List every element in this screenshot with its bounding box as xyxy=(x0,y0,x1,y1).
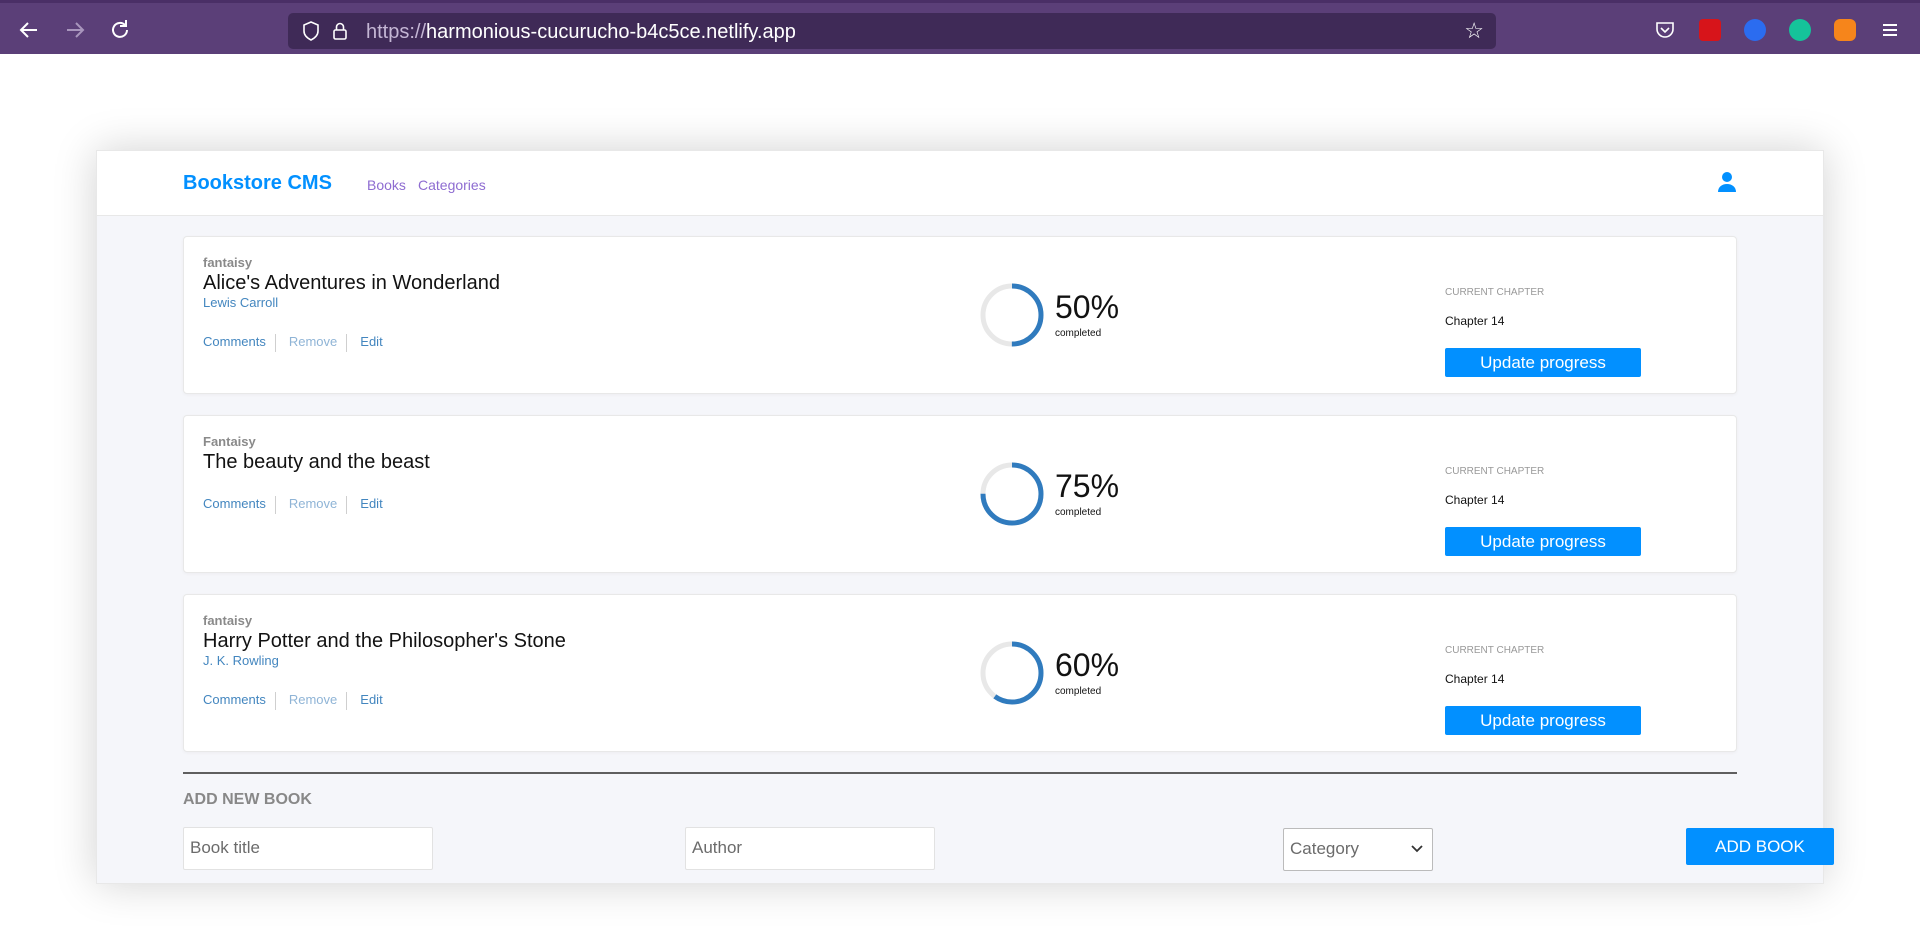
completed-label: completed xyxy=(1055,507,1102,518)
star-icon[interactable]: ☆ xyxy=(1464,18,1484,44)
progress-ring xyxy=(980,462,1044,526)
book-card: fantaisy Alice's Adventures in Wonderlan… xyxy=(183,236,1737,394)
menu-icon[interactable] xyxy=(1877,17,1903,43)
back-icon[interactable] xyxy=(16,17,42,43)
current-chapter-label: CURRENT CHAPTER xyxy=(1445,645,1545,656)
divider xyxy=(274,496,276,514)
form-divider xyxy=(183,772,1737,774)
extension-icon[interactable] xyxy=(1699,19,1721,41)
divider xyxy=(346,334,348,352)
grammarly-icon[interactable] xyxy=(1789,19,1811,41)
book-actions: Comments Remove Edit xyxy=(203,334,383,352)
current-chapter-label: CURRENT CHAPTER xyxy=(1445,287,1545,298)
nav-link-categories[interactable]: Categories xyxy=(418,177,486,193)
current-chapter-value: Chapter 14 xyxy=(1445,493,1505,507)
update-progress-button[interactable]: Update progress xyxy=(1445,706,1641,735)
reload-icon[interactable] xyxy=(107,17,133,43)
metamask-icon[interactable] xyxy=(1834,19,1856,41)
progress-percent: 75% xyxy=(1055,468,1120,504)
book-actions: Comments Remove Edit xyxy=(203,496,383,514)
user-icon[interactable] xyxy=(1717,171,1737,193)
completed-label: completed xyxy=(1055,686,1102,697)
remove-button[interactable]: Remove xyxy=(289,496,337,511)
brand-title[interactable]: Bookstore CMS xyxy=(183,172,332,195)
book-author[interactable]: J. K. Rowling xyxy=(203,653,279,668)
progress-ring xyxy=(980,283,1044,347)
shield-icon[interactable] xyxy=(302,21,320,41)
edit-button[interactable]: Edit xyxy=(360,692,382,707)
remove-button[interactable]: Remove xyxy=(289,334,337,349)
nav-link-books[interactable]: Books xyxy=(367,177,406,193)
edit-button[interactable]: Edit xyxy=(360,496,382,511)
url-bar[interactable]: https://harmonious-cucurucho-b4c5ce.netl… xyxy=(288,13,1496,49)
comments-button[interactable]: Comments xyxy=(203,496,266,511)
remove-button[interactable]: Remove xyxy=(289,692,337,707)
forward-icon[interactable] xyxy=(62,17,88,43)
book-card: fantaisy Harry Potter and the Philosophe… xyxy=(183,594,1737,752)
book-title-input[interactable]: Book title xyxy=(183,827,433,870)
current-chapter-value: Chapter 14 xyxy=(1445,672,1505,686)
extension-icon[interactable] xyxy=(1744,19,1766,41)
comments-button[interactable]: Comments xyxy=(203,334,266,349)
divider xyxy=(274,334,276,352)
bookstore-app: Bookstore CMS Books Categories fantaisy … xyxy=(96,150,1834,884)
update-progress-button[interactable]: Update progress xyxy=(1445,348,1641,377)
author-input[interactable]: Author xyxy=(685,827,935,870)
progress-percent: 50% xyxy=(1055,289,1120,325)
progress-percent: 60% xyxy=(1055,647,1120,683)
book-genre: fantaisy xyxy=(203,255,253,270)
divider xyxy=(346,496,348,514)
lock-icon[interactable] xyxy=(332,21,348,41)
book-title: The beauty and the beast xyxy=(203,451,430,473)
progress-ring xyxy=(980,641,1044,705)
divider xyxy=(274,692,276,710)
update-progress-button[interactable]: Update progress xyxy=(1445,527,1641,556)
url-text: https://harmonious-cucurucho-b4c5ce.netl… xyxy=(366,21,796,43)
category-select-value: Category xyxy=(1290,839,1359,858)
book-title: Harry Potter and the Philosopher's Stone xyxy=(203,630,566,652)
divider xyxy=(346,692,348,710)
browser-toolbar: https://harmonious-cucurucho-b4c5ce.netl… xyxy=(0,0,1920,54)
app-header: Bookstore CMS Books Categories xyxy=(97,151,1823,216)
chevron-down-icon xyxy=(1411,845,1423,853)
completed-label: completed xyxy=(1055,328,1102,339)
add-book-heading: ADD NEW BOOK xyxy=(183,791,312,808)
add-book-button[interactable]: ADD BOOK xyxy=(1686,828,1834,865)
comments-button[interactable]: Comments xyxy=(203,692,266,707)
category-select[interactable]: Category xyxy=(1283,828,1433,871)
book-author[interactable]: Lewis Carroll xyxy=(203,295,278,310)
book-genre: Fantaisy xyxy=(203,434,256,449)
book-card: Fantaisy The beauty and the beast Commen… xyxy=(183,415,1737,573)
book-actions: Comments Remove Edit xyxy=(203,692,383,710)
edit-button[interactable]: Edit xyxy=(360,334,382,349)
pocket-icon[interactable] xyxy=(1654,19,1676,41)
book-title: Alice's Adventures in Wonderland xyxy=(203,272,500,294)
current-chapter-label: CURRENT CHAPTER xyxy=(1445,466,1545,477)
current-chapter-value: Chapter 14 xyxy=(1445,314,1505,328)
book-genre: fantaisy xyxy=(203,613,253,628)
